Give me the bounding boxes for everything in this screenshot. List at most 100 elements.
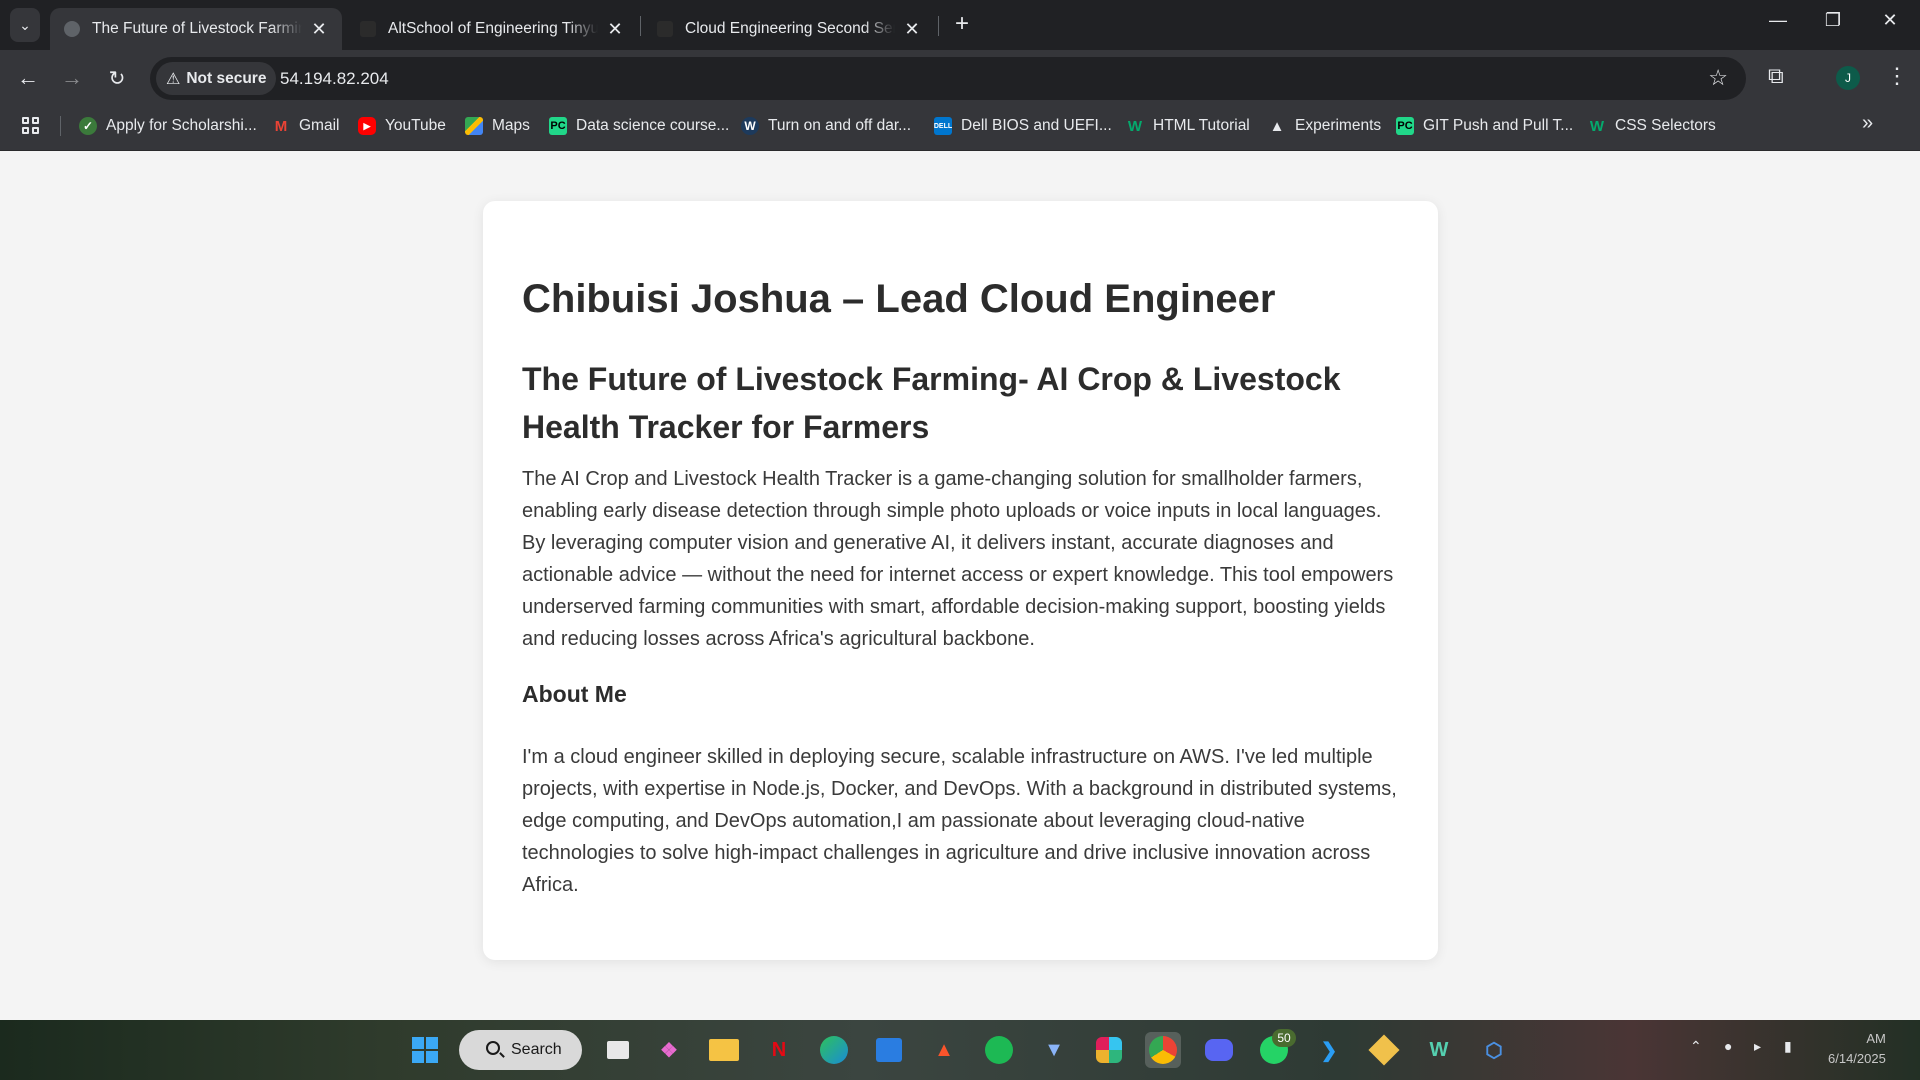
w-icon: W [741, 117, 759, 135]
menu-kebab-icon[interactable]: ⋮ [1886, 63, 1908, 89]
apps-grid-icon[interactable] [22, 117, 40, 135]
chrome-icon[interactable] [1145, 1032, 1181, 1068]
chevron-double-right-icon[interactable]: » [1862, 112, 1873, 135]
copilot-icon[interactable]: ❖ [651, 1032, 687, 1068]
battery-icon[interactable]: ▮ [1784, 1038, 1792, 1055]
edge-icon[interactable] [816, 1032, 852, 1068]
bookmark-youtube[interactable]: ▶ YouTube [358, 117, 446, 135]
wifi-icon[interactable]: ● [1724, 1038, 1732, 1054]
bookmark-css-selectors[interactable]: W CSS Selectors [1588, 117, 1716, 135]
tab-divider [640, 16, 641, 36]
bookmark-experiments[interactable]: ▲ Experiments [1268, 117, 1382, 135]
security-chip[interactable]: ⚠ Not secure [156, 62, 277, 95]
gmail-icon: M [274, 117, 288, 135]
bookmark-label: GIT Push and Pull T... [1423, 117, 1574, 134]
bookmark-star-icon[interactable]: ☆ [1708, 65, 1728, 91]
tab-title: AltSchool of Engineering Tinyuka [388, 20, 598, 37]
bookmark-html-tutorial[interactable]: W HTML Tutorial [1126, 117, 1250, 135]
warning-triangle-icon: ⚠ [166, 70, 181, 88]
tab-active[interactable]: The Future of Livestock Farming ✕ [50, 8, 342, 50]
w3schools-icon: W [1589, 117, 1605, 135]
page-title: Chibuisi Joshua – Lead Cloud Engineer [522, 277, 1276, 321]
virtualbox-icon[interactable]: ⬡ [1476, 1032, 1512, 1068]
bookmark-label: Turn on and off dar... [768, 117, 912, 134]
clock-time: AM [1866, 1031, 1886, 1046]
extensions-puzzle-icon[interactable]: ⧉ [1768, 63, 1784, 89]
close-tab-icon[interactable]: ✕ [606, 19, 624, 40]
git-icon[interactable] [1366, 1032, 1402, 1068]
globe-icon [64, 21, 80, 37]
bookmark-label: Dell BIOS and UEFI... [961, 117, 1112, 134]
tab-altschool[interactable]: AltSchool of Engineering Tinyuka ✕ [346, 8, 638, 50]
file-explorer-icon[interactable] [706, 1032, 742, 1068]
page-viewport: Chibuisi Joshua – Lead Cloud Engineer Th… [0, 151, 1920, 1020]
vscode-icon[interactable]: ❯ [1311, 1032, 1347, 1068]
search-icon [486, 1041, 500, 1055]
bookmark-label: YouTube [385, 117, 446, 134]
browser-toolbar: ← → ↻ ⚠ Not secure 54.194.82.204 ☆ ⧉ ⋮ [0, 50, 1920, 107]
chevron-up-icon[interactable]: ⌃ [1690, 1038, 1702, 1055]
bookmark-dark-mode[interactable]: W Turn on and off dar... [741, 117, 911, 135]
security-label: Not secure [186, 69, 267, 87]
forward-arrow-icon[interactable]: → [56, 62, 88, 94]
task-view-icon[interactable] [600, 1032, 636, 1068]
bookmark-label: CSS Selectors [1615, 117, 1716, 134]
spotify-icon[interactable] [981, 1032, 1017, 1068]
search-label: Search [511, 1041, 562, 1058]
maps-icon [465, 117, 483, 135]
dell-icon: DELL [934, 117, 952, 135]
tab-divider [938, 16, 939, 36]
volume-icon[interactable]: ▸ [1754, 1038, 1761, 1055]
tab-favicon-icon [657, 21, 673, 37]
bookmark-git[interactable]: PC GIT Push and Pull T... [1396, 117, 1573, 135]
vmware-icon[interactable]: W [1421, 1032, 1457, 1068]
project-description: The AI Crop and Livestock Health Tracker… [522, 468, 1394, 650]
pycharm-icon: PC [549, 117, 567, 135]
bookmarks-divider [60, 116, 61, 136]
tab-search-chevron-icon[interactable]: ⌄ [10, 8, 40, 42]
brave-icon[interactable]: ▲ [926, 1032, 962, 1068]
taskbar-search[interactable]: Search [459, 1030, 582, 1070]
address-bar[interactable]: ⚠ Not secure 54.194.82.204 ☆ [150, 57, 1746, 100]
bookmark-label: Experiments [1295, 117, 1382, 134]
bookmark-scholarship[interactable]: ✓ Apply for Scholarshi... [79, 117, 257, 135]
bookmark-label: Apply for Scholarshi... [106, 117, 257, 134]
about-heading: About Me [522, 681, 627, 707]
profile-avatar[interactable]: J [1836, 66, 1860, 90]
about-text: I'm a cloud engineer skilled in deployin… [522, 746, 1397, 896]
reload-icon[interactable]: ↻ [101, 62, 133, 94]
url-text[interactable]: 54.194.82.204 [280, 69, 389, 89]
window-close-icon[interactable]: ✕ [1870, 10, 1910, 31]
back-arrow-icon[interactable]: ← [12, 62, 44, 94]
bookmark-gmail[interactable]: M Gmail [272, 117, 340, 135]
flask-icon: ▲ [1269, 117, 1285, 135]
tab-title: The Future of Livestock Farming [92, 20, 302, 37]
content-card: Chibuisi Joshua – Lead Cloud Engineer Th… [483, 201, 1438, 960]
bookmark-data-science[interactable]: PC Data science course... [549, 117, 729, 135]
tab-cloud-engineering[interactable]: Cloud Engineering Second Semester ✕ [643, 8, 935, 50]
restore-icon[interactable]: ❐ [1813, 10, 1853, 31]
vpn-icon[interactable]: ▼ [1036, 1032, 1072, 1068]
bookmark-label: Data science course... [576, 117, 730, 134]
youtube-icon: ▶ [358, 117, 376, 135]
close-tab-icon[interactable]: ✕ [310, 19, 328, 40]
system-clock[interactable]: AM 6/14/2025 [1828, 1029, 1886, 1069]
bookmark-label: Maps [492, 117, 530, 134]
microsoft-store-icon[interactable] [871, 1032, 907, 1068]
netflix-icon[interactable]: N [761, 1032, 797, 1068]
windows-taskbar: Search ❖ N ▲ ▼ 50 ❯ W ⬡ ⌃ ● ▸ ▮ AM 6/14/… [0, 1020, 1920, 1080]
windows-start-icon[interactable] [407, 1032, 443, 1068]
close-tab-icon[interactable]: ✕ [903, 19, 921, 40]
w3schools-icon: W [1127, 117, 1143, 135]
bookmark-maps[interactable]: Maps [465, 117, 530, 135]
bookmark-label: HTML Tutorial [1153, 117, 1250, 134]
project-title: The Future of Livestock Farming- AI Crop… [522, 361, 1341, 445]
pycharm-icon: PC [1396, 117, 1414, 135]
browser-titlebar: ⌄ The Future of Livestock Farming ✕ AltS… [0, 0, 1920, 50]
slack-icon[interactable] [1091, 1032, 1127, 1068]
new-tab-plus-icon[interactable]: + [948, 10, 976, 38]
bookmark-dell[interactable]: DELL Dell BIOS and UEFI... [934, 117, 1112, 135]
minimize-icon[interactable]: — [1758, 10, 1798, 31]
discord-icon[interactable] [1201, 1032, 1237, 1068]
bookmark-label: Gmail [299, 117, 340, 134]
